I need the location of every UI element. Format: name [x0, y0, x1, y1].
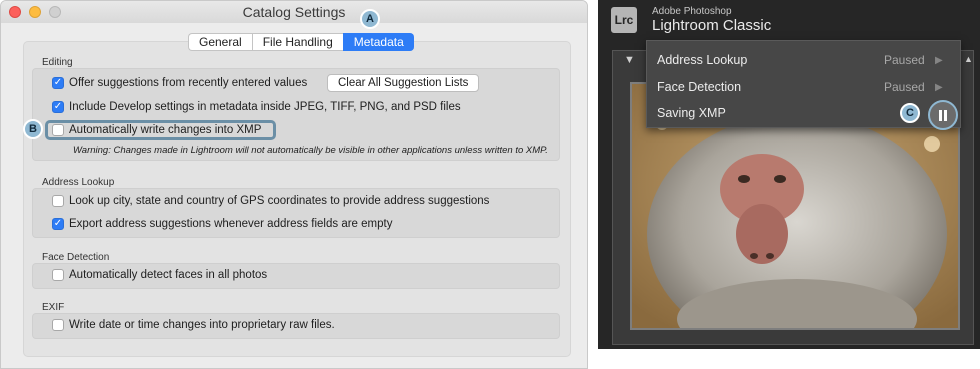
- callout-a: A: [360, 9, 380, 29]
- auto-write-xmp-label: Automatically write changes into XMP: [69, 124, 262, 136]
- include-develop-option[interactable]: ✓ Include Develop settings in metadata i…: [52, 101, 461, 113]
- auto-detect-faces-label: Automatically detect faces in all photos: [69, 269, 268, 281]
- lightroom-logo: Lrc: [611, 7, 637, 33]
- panel-arrow-icon[interactable]: ▲: [964, 54, 973, 64]
- callout-c: C: [900, 103, 920, 123]
- auto-write-xmp-checkbox[interactable]: [52, 124, 64, 136]
- tab-file-handling[interactable]: File Handling: [251, 33, 343, 51]
- menu-item-saving-xmp[interactable]: Saving XMP: [657, 106, 726, 120]
- menu-item-address-lookup[interactable]: Address Lookup: [657, 53, 747, 67]
- pause-icon: [939, 110, 949, 121]
- lookup-gps-option[interactable]: Look up city, state and country of GPS c…: [52, 195, 489, 207]
- window-title: Catalog Settings: [242, 4, 346, 20]
- include-develop-checkbox[interactable]: ✓: [52, 101, 64, 113]
- collapse-triangle-icon[interactable]: ▼: [624, 54, 635, 66]
- lightroom-brand: Adobe Photoshop: [652, 6, 732, 17]
- xmp-warning-text: Warning: Changes made in Lightroom will …: [73, 145, 548, 156]
- lookup-gps-checkbox[interactable]: [52, 195, 64, 207]
- play-icon[interactable]: ▶: [935, 55, 943, 66]
- clear-suggestion-lists-button[interactable]: Clear All Suggestion Lists: [327, 74, 480, 92]
- write-date-checkbox[interactable]: [52, 319, 64, 331]
- offer-suggestions-label: Offer suggestions from recently entered …: [69, 77, 308, 89]
- export-suggestions-label: Export address suggestions whenever addr…: [69, 218, 393, 230]
- menu-item-face-detection[interactable]: Face Detection: [657, 80, 741, 94]
- address-lookup-section-label: Address Lookup: [42, 177, 115, 188]
- auto-detect-faces-checkbox[interactable]: [52, 269, 64, 281]
- editing-section-label: Editing: [42, 57, 73, 68]
- tab-metadata[interactable]: Metadata: [342, 33, 414, 51]
- write-date-option[interactable]: Write date or time changes into propriet…: [52, 319, 335, 331]
- lightroom-product-name: Lightroom Classic: [652, 17, 772, 34]
- offer-suggestions-checkbox[interactable]: ✓: [52, 77, 64, 89]
- auto-write-xmp-option[interactable]: Automatically write changes into XMP: [52, 124, 261, 136]
- export-suggestions-option[interactable]: ✓ Export address suggestions whenever ad…: [52, 218, 392, 230]
- include-develop-label: Include Develop settings in metadata ins…: [69, 101, 461, 113]
- export-suggestions-checkbox[interactable]: ✓: [52, 218, 64, 230]
- auto-detect-faces-option[interactable]: Automatically detect faces in all photos: [52, 269, 267, 281]
- catalog-settings-window: Catalog Settings General File Handling M…: [0, 0, 588, 369]
- callout-b: B: [23, 119, 43, 139]
- pause-xmp-button[interactable]: [928, 100, 958, 130]
- play-icon[interactable]: ▶: [935, 82, 943, 93]
- title-bar: Catalog Settings: [1, 1, 587, 23]
- settings-tabs: General File Handling Metadata: [188, 33, 414, 51]
- face-detection-section-label: Face Detection: [42, 252, 110, 263]
- tab-general[interactable]: General: [188, 33, 252, 51]
- write-date-label: Write date or time changes into propriet…: [69, 319, 335, 331]
- address-lookup-status: Paused: [884, 53, 925, 67]
- offer-suggestions-option[interactable]: ✓ Offer suggestions from recently entere…: [52, 77, 307, 89]
- face-detection-status: Paused: [884, 80, 925, 94]
- exif-section-label: EXIF: [42, 302, 65, 313]
- lookup-gps-label: Look up city, state and country of GPS c…: [69, 195, 490, 207]
